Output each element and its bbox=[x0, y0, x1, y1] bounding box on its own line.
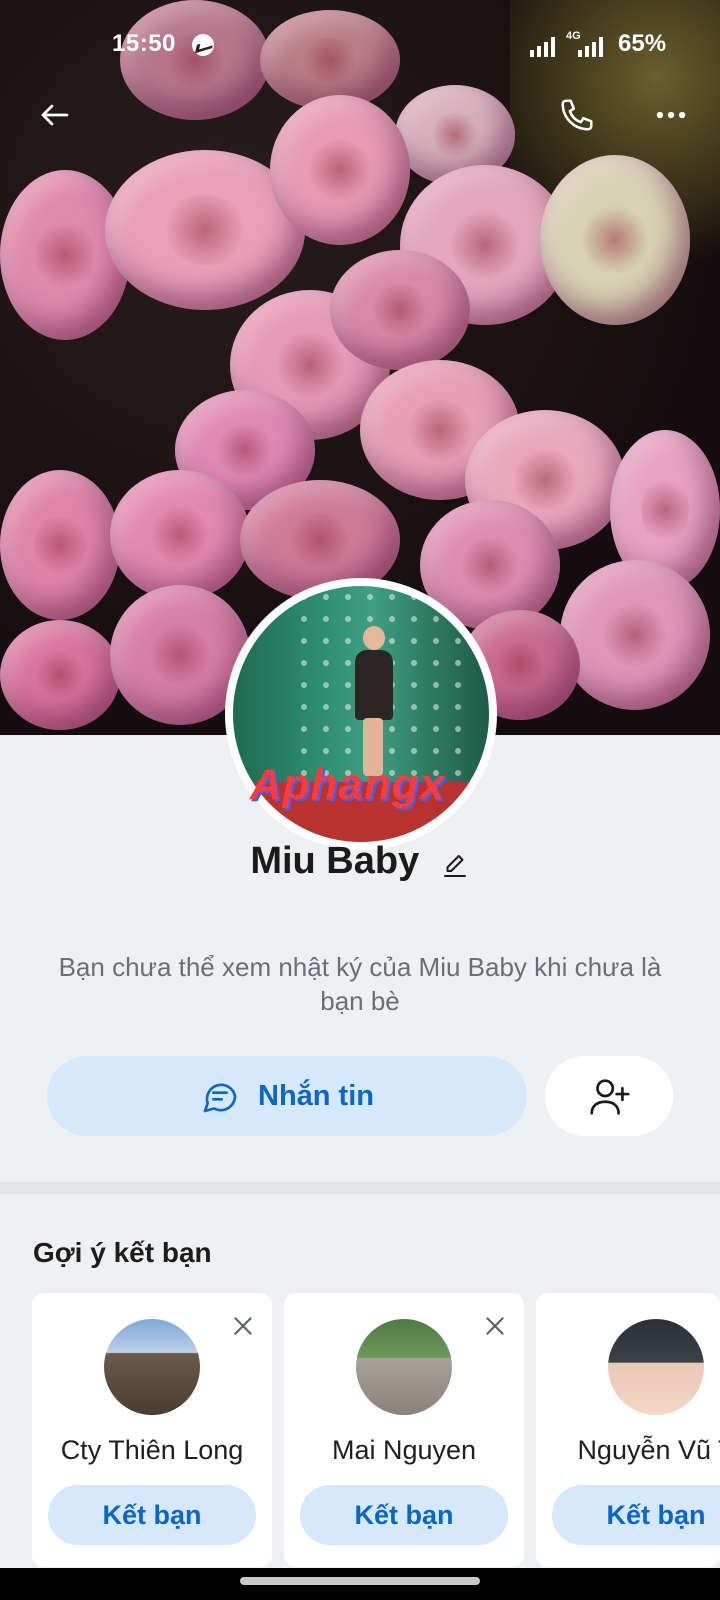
chat-bubble-icon bbox=[203, 1083, 237, 1113]
profile-name-row: Miu Baby bbox=[0, 840, 720, 886]
suggestion-card[interactable]: Nguyễn Vũ T Kết bạn bbox=[536, 1293, 720, 1567]
avatar-person bbox=[353, 626, 393, 776]
profile-name: Miu Baby bbox=[250, 840, 420, 882]
call-button[interactable] bbox=[554, 92, 600, 138]
message-button[interactable]: Nhắn tin bbox=[47, 1056, 527, 1136]
rose bbox=[270, 95, 410, 245]
more-button[interactable] bbox=[648, 92, 694, 138]
home-gesture-handle[interactable] bbox=[240, 1577, 480, 1585]
suggestion-avatar[interactable] bbox=[356, 1319, 452, 1415]
section-divider bbox=[0, 1182, 720, 1194]
phone-icon bbox=[561, 99, 593, 131]
suggestion-name: Mai Nguyen bbox=[331, 1435, 477, 1465]
add-friend-suggestion-button[interactable]: Kết bạn bbox=[552, 1485, 720, 1545]
suggestion-avatar[interactable] bbox=[104, 1319, 200, 1415]
add-friend-suggestion-button[interactable]: Kết bạn bbox=[48, 1485, 256, 1545]
signal-icon-2 bbox=[578, 35, 608, 57]
rose bbox=[540, 155, 690, 325]
rose bbox=[330, 250, 470, 370]
edit-name-icon[interactable] bbox=[440, 851, 470, 886]
privacy-notice: Bạn chưa thể xem nhật ký của Miu Baby kh… bbox=[58, 952, 662, 1016]
close-icon[interactable] bbox=[230, 1313, 256, 1339]
message-button-label: Nhắn tin bbox=[258, 1079, 374, 1112]
user-plus-icon bbox=[590, 1079, 630, 1115]
suggestion-card[interactable]: Cty Thiên Long Kết bạn bbox=[32, 1293, 272, 1567]
status-time: 15:50 bbox=[112, 30, 176, 57]
battery-level: 65% bbox=[618, 30, 667, 57]
suggestions-title: Gợi ý kết bạn bbox=[33, 1237, 212, 1268]
more-horizontal-icon bbox=[656, 111, 686, 119]
suggestion-avatar[interactable] bbox=[608, 1319, 704, 1415]
add-friend-suggestion-button[interactable]: Kết bạn bbox=[300, 1485, 508, 1545]
status-bar: 15:50 4G 65% bbox=[0, 0, 720, 92]
signal-icon bbox=[530, 35, 560, 57]
watermark: Aphangx bbox=[250, 760, 446, 809]
suggestion-card[interactable]: Mai Nguyen Kết bạn bbox=[284, 1293, 524, 1567]
suggestion-name: Cty Thiên Long bbox=[60, 1435, 244, 1465]
rose bbox=[110, 470, 250, 600]
arrow-left-icon bbox=[41, 104, 69, 126]
back-button[interactable] bbox=[32, 92, 78, 138]
rose bbox=[0, 470, 120, 620]
messenger-notification-icon bbox=[192, 34, 214, 56]
add-friend-button[interactable] bbox=[545, 1056, 673, 1136]
rose bbox=[560, 560, 710, 710]
close-icon[interactable] bbox=[482, 1313, 508, 1339]
rose bbox=[0, 620, 120, 730]
suggestion-name: Nguyễn Vũ T bbox=[577, 1435, 720, 1465]
